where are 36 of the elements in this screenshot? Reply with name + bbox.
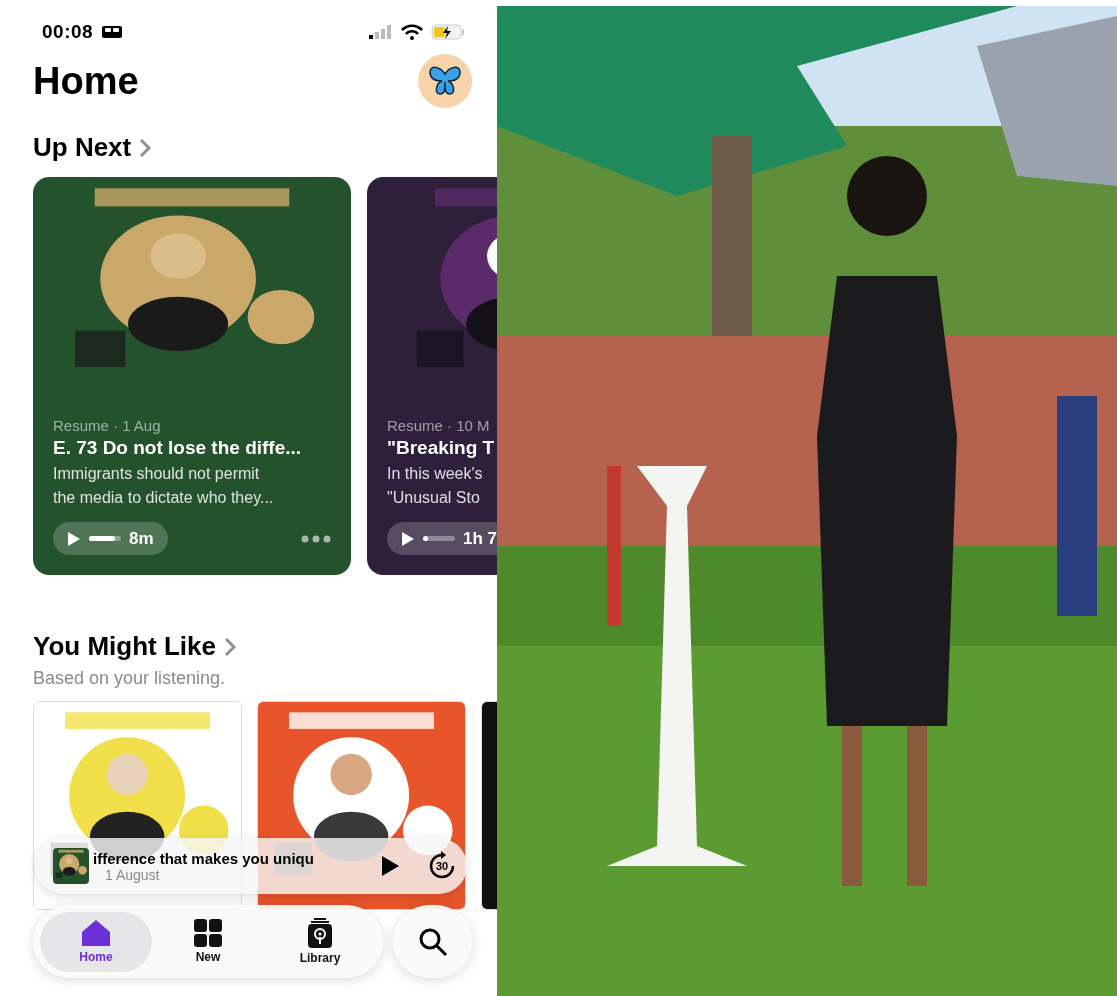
episode-meta: Resume · 1 Aug — [52, 416, 162, 434]
status-time: 00:08 — [42, 21, 94, 43]
tab[interactable]: New — [152, 911, 264, 972]
section-heading[interactable]: Up Next — [33, 132, 132, 163]
section-subtitle: Based on your listening. — [32, 668, 227, 689]
play-icon — [380, 855, 400, 877]
play-icon — [401, 530, 415, 547]
bed-icon — [101, 25, 124, 39]
episode-description: In this week's "Unusual Sto — [386, 464, 484, 508]
search-icon — [417, 926, 448, 957]
profile-avatar[interactable] — [418, 54, 472, 108]
chevron-right-icon — [139, 137, 152, 158]
house-icon — [81, 919, 111, 947]
section-heading[interactable]: You Might Like — [33, 631, 216, 662]
wifi-icon — [401, 24, 423, 40]
episode-description: Immigrants should not permit the media to dictate who they... — [52, 464, 275, 508]
episode-meta: Resume · 10 M — [386, 416, 491, 434]
rotate-arrow-icon — [427, 851, 457, 881]
chevron-right-icon — [223, 636, 236, 657]
episode-card[interactable]: Resume · 1 Aug E. 73 Do not lose the diffe... Immigrants should not permit the media to dictate who they... 8m — [33, 177, 351, 575]
podcast-library-icon — [307, 918, 333, 948]
episode-title: E. 73 Do not lose the diffe... — [52, 436, 303, 459]
tab[interactable]: Library — [264, 911, 376, 972]
signal-icon — [369, 25, 393, 39]
more-icon[interactable] — [301, 534, 331, 543]
play-progress-button[interactable]: 8m — [53, 522, 168, 555]
episode-title: "Breaking T — [386, 436, 496, 459]
skip-forward-button[interactable]: 30 — [427, 851, 457, 881]
page-title: Home — [33, 59, 139, 103]
butterfly-icon — [428, 66, 462, 96]
battery-charging-icon — [431, 24, 465, 40]
play-icon — [67, 530, 81, 547]
search-button[interactable] — [393, 905, 472, 978]
episode-card[interactable]: Resume · 10 M "Breaking T In this week's "Unusual Sto 1h 7 — [367, 177, 497, 575]
tab[interactable]: Home — [40, 911, 152, 972]
grid-icon — [194, 919, 222, 947]
